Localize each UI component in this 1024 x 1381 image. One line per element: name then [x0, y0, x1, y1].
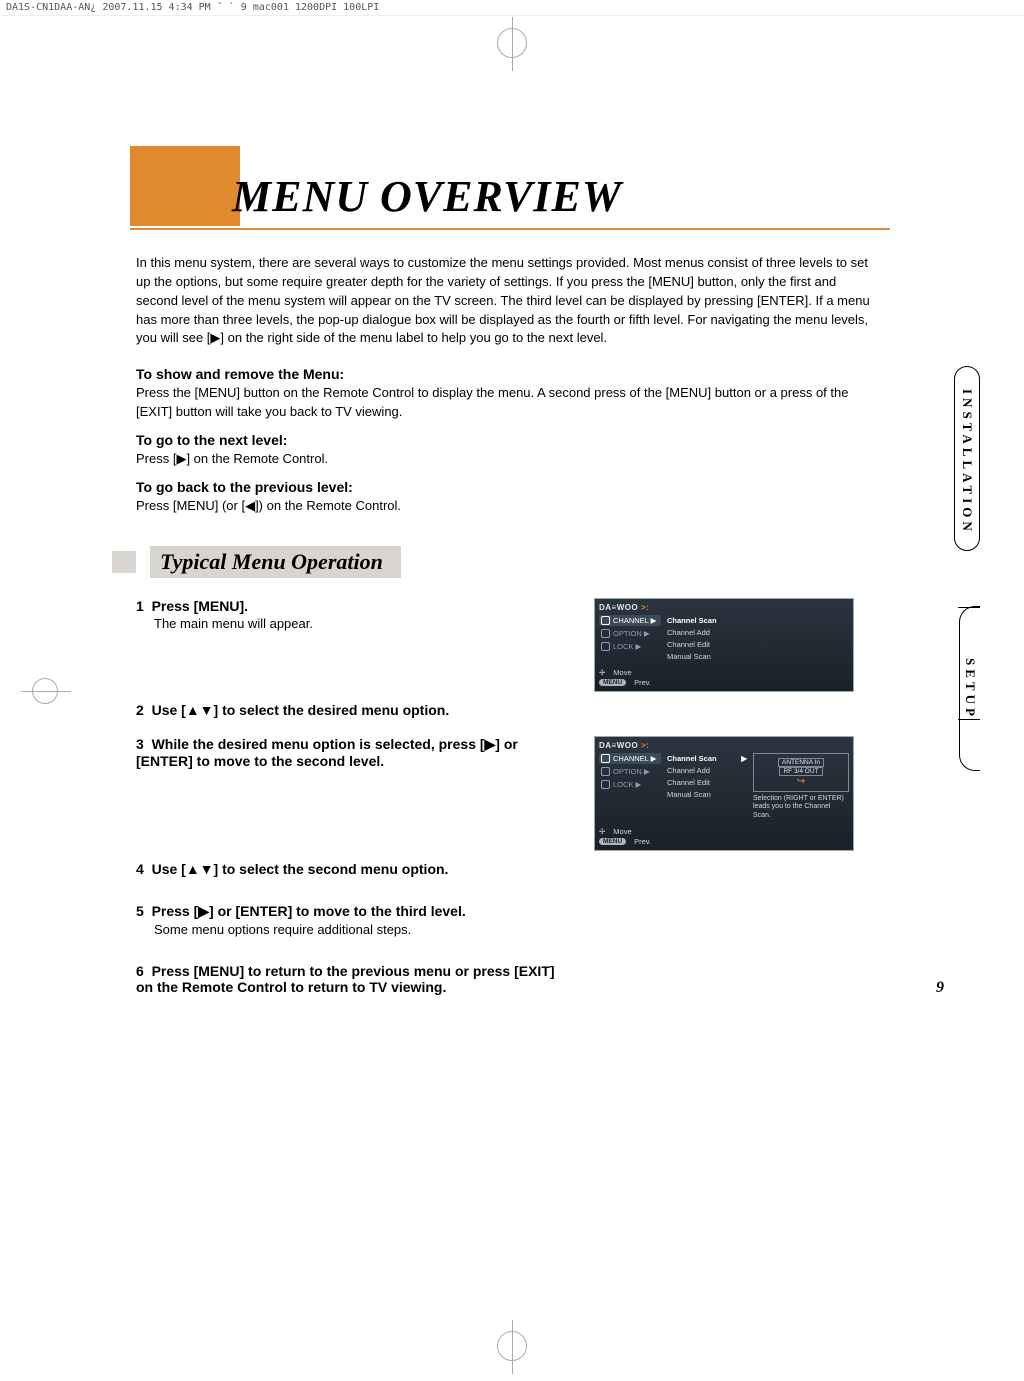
screen1-side-option: OPTION ▶ — [599, 628, 661, 639]
screen2-brand: DA≡WOO — [599, 741, 638, 750]
screen1-prev-label: Prev. — [634, 678, 651, 687]
illustration-screen-2: DA≡WOO >: CHANNEL ▶ OPTION ▶ LOCK ▶ Chan… — [594, 736, 854, 851]
screen2-side-channel: CHANNEL ▶ — [599, 753, 661, 764]
screen2-prev-label: Prev. — [634, 837, 651, 846]
body-next-level: Press [▶] on the Remote Control. — [136, 450, 876, 469]
subhead-next-level: To go to the next level: — [136, 432, 934, 448]
page-title-block: MENU OVERVIEW — [130, 146, 934, 230]
body-prev-level: Press [MENU] (or [◀]) on the Remote Cont… — [136, 497, 876, 516]
screen2-mid-scan: Channel Scan▶ — [667, 753, 747, 764]
step1-lead: Press [MENU]. — [152, 598, 248, 614]
screen2-preview-rf: RF 3/4 OUT — [779, 767, 822, 776]
step3-num: 3 — [136, 736, 144, 752]
step2-lead: Use [▲▼] to select the desired menu opti… — [152, 702, 450, 718]
screen1-prev-pill: MENU — [599, 679, 626, 686]
screen1-mid-scan: Channel Scan — [667, 615, 849, 626]
screen2-prev-pill: MENU — [599, 838, 626, 845]
title-accent-block — [130, 146, 240, 226]
crop-mark-bottom — [497, 1331, 527, 1361]
screen1-side-lock: LOCK ▶ — [599, 641, 661, 652]
print-header-strip: DA1S-CN1DAA-AN¿ 2007.11.15 4:34 PM ˘ ` 9… — [0, 0, 1024, 16]
screen2-brand-accent: >: — [641, 741, 649, 750]
illustration-screen-1: DA≡WOO >: CHANNEL ▶ OPTION ▶ LOCK ▶ Chan… — [594, 598, 854, 692]
screen2-side-option: OPTION ▶ — [599, 766, 661, 777]
step2-num: 2 — [136, 702, 144, 718]
step4-lead: Use [▲▼] to select the second menu optio… — [152, 861, 449, 877]
screen2-move-label: Move — [613, 827, 631, 836]
screen1-move-label: Move — [613, 668, 631, 677]
screen1-move-icon: ✢ — [599, 668, 605, 677]
page-number: 9 — [936, 979, 944, 997]
step5-num: 5 — [136, 903, 144, 919]
section-accent-square — [112, 551, 136, 573]
screen2-mid-edit: Channel Edit — [667, 777, 747, 788]
step5-lead: Press [▶] or [ENTER] to move to the thir… — [152, 903, 466, 919]
screen2-mid-add: Channel Add — [667, 765, 747, 776]
screen1-side-channel: CHANNEL ▶ — [599, 615, 661, 626]
screen1-brand: DA≡WOO — [599, 603, 638, 612]
screen1-mid-manual: Manual Scan — [667, 651, 849, 662]
step6-lead: Press [MENU] to return to the previous m… — [136, 963, 555, 995]
subhead-prev-level: To go back to the previous level: — [136, 479, 934, 495]
screen1-mid-add: Channel Add — [667, 627, 849, 638]
step1-num: 1 — [136, 598, 144, 614]
step4-num: 4 — [136, 861, 144, 877]
step1-sub: The main menu will appear. — [154, 616, 566, 631]
step5-sub: Some menu options require additional ste… — [154, 922, 566, 937]
screen2-hint-text: Selection (RIGHT or ENTER) leads you to … — [753, 795, 849, 821]
section-title-typical: Typical Menu Operation — [150, 546, 401, 578]
body-show-remove: Press the [MENU] button on the Remote Co… — [136, 384, 876, 422]
intro-paragraph: In this menu system, there are several w… — [136, 254, 876, 348]
screen2-preview-box: ANTENNA In RF 3/4 OUT ↪ — [753, 753, 849, 792]
side-tab-setup: SETUP — [959, 606, 980, 771]
screen2-mid-manual: Manual Scan — [667, 789, 747, 800]
screen2-preview-antenna: ANTENNA In — [778, 758, 824, 767]
step6-num: 6 — [136, 963, 144, 979]
step3-lead: While the desired menu option is selecte… — [136, 736, 518, 769]
screen2-move-icon: ✢ — [599, 827, 605, 836]
screen1-brand-accent: >: — [641, 603, 649, 612]
page-title: MENU OVERVIEW — [232, 171, 622, 226]
screen1-mid-edit: Channel Edit — [667, 639, 849, 650]
screen2-preview-arrow-icon: ↪ — [758, 776, 844, 787]
side-tab-installation: INSTALLATION — [954, 366, 980, 551]
screen2-side-lock: LOCK ▶ — [599, 779, 661, 790]
title-underline — [130, 228, 890, 230]
subhead-show-remove: To show and remove the Menu: — [136, 366, 934, 382]
